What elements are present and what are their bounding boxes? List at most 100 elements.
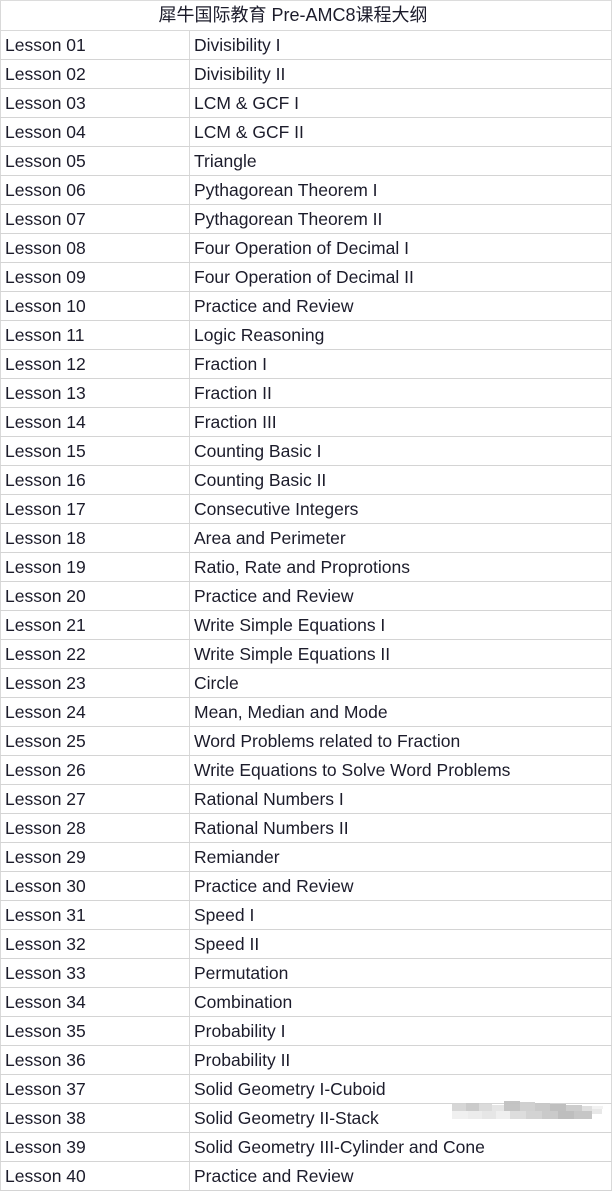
lesson-number-cell: Lesson 33 (0, 958, 190, 988)
table-row: Lesson 21 Write Simple Equations I (0, 610, 613, 640)
lesson-topic-cell: Divisibility II (188, 59, 613, 89)
lesson-topic-cell: Word Problems related to Fraction (188, 726, 613, 756)
lesson-number-cell: Lesson 06 (0, 175, 190, 205)
lesson-topic-cell: Probability I (188, 1016, 613, 1046)
lesson-topic-cell: Solid Geometry I-Cuboid (188, 1074, 613, 1104)
lesson-number-cell: Lesson 39 (0, 1132, 190, 1162)
table-row: Lesson 35 Probability I (0, 1016, 613, 1046)
lesson-topic-cell: Write Equations to Solve Word Problems (188, 755, 613, 785)
lesson-topic-cell: Combination (188, 987, 613, 1017)
table-row: Lesson 02 Divisibility II (0, 59, 613, 89)
lesson-number-cell: Lesson 24 (0, 697, 190, 727)
table-row: Lesson 18 Area and Perimeter (0, 523, 613, 553)
table-row: Lesson 29 Remiander (0, 842, 613, 872)
lesson-number-cell: Lesson 11 (0, 320, 190, 350)
lesson-number-cell: Lesson 26 (0, 755, 190, 785)
lesson-number-cell: Lesson 13 (0, 378, 190, 408)
lesson-number-cell: Lesson 34 (0, 987, 190, 1017)
lesson-number-cell: Lesson 05 (0, 146, 190, 176)
lesson-topic-cell: Practice and Review (188, 291, 613, 321)
table-row: Lesson 39 Solid Geometry III-Cylinder and… (0, 1132, 613, 1162)
lesson-number-cell: Lesson 37 (0, 1074, 190, 1104)
table-row: Lesson 31 Speed I (0, 900, 613, 930)
lesson-topic-cell: Circle (188, 668, 613, 698)
table-row: Lesson 03 LCM & GCF I (0, 88, 613, 118)
lesson-number-cell: Lesson 28 (0, 813, 190, 843)
lesson-number-cell: Lesson 31 (0, 900, 190, 930)
lesson-number-cell: Lesson 17 (0, 494, 190, 524)
lesson-topic-cell: Ratio, Rate and Proprotions (188, 552, 613, 582)
lesson-topic-cell: Pythagorean Theorem II (188, 204, 613, 234)
lesson-number-cell: Lesson 03 (0, 88, 190, 118)
lesson-topic-cell: Four Operation of Decimal I (188, 233, 613, 263)
table-row: Lesson 26 Write Equations to Solve Word P… (0, 755, 613, 785)
lesson-topic-cell: Solid Geometry II-Stack (188, 1103, 613, 1133)
lesson-number-cell: Lesson 07 (0, 204, 190, 234)
table-row: Lesson 19 Ratio, Rate and Proprotions (0, 552, 613, 582)
lesson-number-cell: Lesson 23 (0, 668, 190, 698)
lesson-topic-cell: Divisibility I (188, 30, 613, 60)
lesson-number-cell: Lesson 27 (0, 784, 190, 814)
lesson-number-cell: Lesson 19 (0, 552, 190, 582)
table-row: Lesson 25 Word Problems related to Fracti… (0, 726, 613, 756)
lesson-number-cell: Lesson 21 (0, 610, 190, 640)
lesson-topic-cell: Rational Numbers I (188, 784, 613, 814)
curriculum-sheet: 犀牛国际教育 Pre-AMC8课程大纲 Lesson 01 Divisibilit… (0, 0, 615, 1191)
lesson-topic-cell: Counting Basic I (188, 436, 613, 466)
lesson-number-cell: Lesson 04 (0, 117, 190, 147)
lesson-topic-cell: Area and Perimeter (188, 523, 613, 553)
lesson-topic-cell: Solid Geometry III-Cylinder and Cone (188, 1132, 613, 1162)
lesson-topic-cell: Consecutive Integers (188, 494, 613, 524)
table-row: Lesson 16 Counting Basic II (0, 465, 613, 495)
lesson-number-cell: Lesson 18 (0, 523, 190, 553)
table-row: Lesson 09 Four Operation of Decimal II (0, 262, 613, 292)
table-row: Lesson 20 Practice and Review (0, 581, 613, 611)
lesson-number-cell: Lesson 08 (0, 233, 190, 263)
table-row: Lesson 32 Speed II (0, 929, 613, 959)
lesson-topic-cell: Pythagorean Theorem I (188, 175, 613, 205)
table-row: Lesson 13 Fraction II (0, 378, 613, 408)
table-row: Lesson 10 Practice and Review (0, 291, 613, 321)
table-row: Lesson 40 Practice and Review (0, 1161, 613, 1191)
lesson-topic-cell: Fraction I (188, 349, 613, 379)
lesson-topic-cell: Practice and Review (188, 1161, 613, 1191)
lesson-topic-cell: Counting Basic II (188, 465, 613, 495)
lesson-number-cell: Lesson 30 (0, 871, 190, 901)
lesson-topic-cell: Rational Numbers II (188, 813, 613, 843)
lesson-topic-cell: Write Simple Equations II (188, 639, 613, 669)
lesson-number-cell: Lesson 36 (0, 1045, 190, 1075)
lesson-number-cell: Lesson 40 (0, 1161, 190, 1191)
lesson-number-cell: Lesson 01 (0, 30, 190, 60)
lesson-topic-cell: Permutation (188, 958, 613, 988)
lesson-number-cell: Lesson 16 (0, 465, 190, 495)
table-row: Lesson 28 Rational Numbers II (0, 813, 613, 843)
table-row: Lesson 33 Permutation (0, 958, 613, 988)
table-row: Lesson 34 Combination (0, 987, 613, 1017)
table-row: Lesson 08 Four Operation of Decimal I (0, 233, 613, 263)
lesson-number-cell: Lesson 02 (0, 59, 190, 89)
curriculum-table: 犀牛国际教育 Pre-AMC8课程大纲 Lesson 01 Divisibilit… (0, 0, 613, 1191)
lesson-number-cell: Lesson 12 (0, 349, 190, 379)
table-row: Lesson 05 Triangle (0, 146, 613, 176)
lesson-topic-cell: Triangle (188, 146, 613, 176)
lesson-number-cell: Lesson 35 (0, 1016, 190, 1046)
lesson-number-cell: Lesson 29 (0, 842, 190, 872)
table-row: Lesson 12 Fraction I (0, 349, 613, 379)
lesson-topic-cell: Probability II (188, 1045, 613, 1075)
table-row: Lesson 36 Probability II (0, 1045, 613, 1075)
lesson-number-cell: Lesson 32 (0, 929, 190, 959)
table-row: Lesson 04 LCM & GCF II (0, 117, 613, 147)
table-row: Lesson 01 Divisibility I (0, 30, 613, 60)
table-row: Lesson 23 Circle (0, 668, 613, 698)
lesson-topic-cell: Fraction III (188, 407, 613, 437)
lesson-number-cell: Lesson 09 (0, 262, 190, 292)
table-row: Lesson 06 Pythagorean Theorem I (0, 175, 613, 205)
lesson-topic-cell: Fraction II (188, 378, 613, 408)
lesson-topic-cell: Mean, Median and Mode (188, 697, 613, 727)
page-title: 犀牛国际教育 Pre-AMC8课程大纲 (158, 5, 428, 25)
title-row: 犀牛国际教育 Pre-AMC8课程大纲 (0, 0, 613, 31)
lesson-topic-cell: LCM & GCF II (188, 117, 613, 147)
table-row: Lesson 30 Practice and Review (0, 871, 613, 901)
lesson-number-cell: Lesson 14 (0, 407, 190, 437)
lesson-topic-cell: Four Operation of Decimal II (188, 262, 613, 292)
